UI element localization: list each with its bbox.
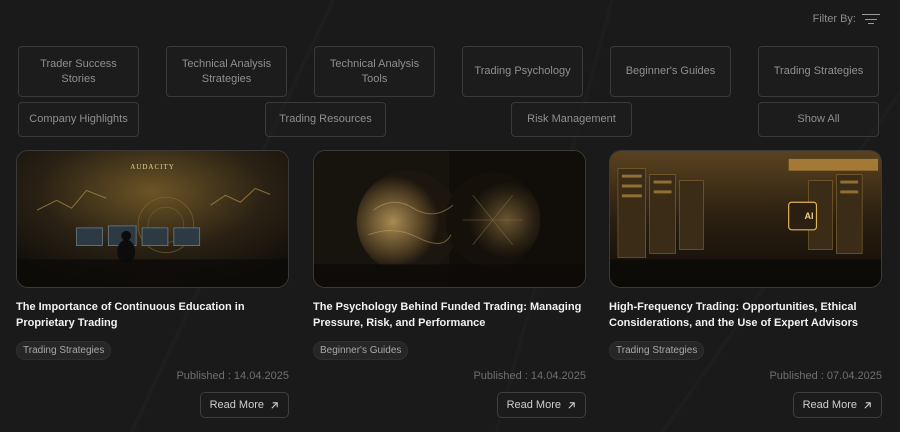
article-tag[interactable]: Trading Strategies — [609, 341, 705, 360]
category-trader-success-stories[interactable]: Trader Success Stories — [18, 46, 139, 97]
published-date: Published : 14.04.2025 — [176, 370, 289, 382]
filter-by-control[interactable]: Filter By: — [813, 13, 880, 25]
read-more-label: Read More — [802, 399, 857, 411]
published-date: Published : 14.04.2025 — [473, 370, 586, 382]
category-trading-psychology[interactable]: Trading Psychology — [462, 46, 583, 97]
ai-chip-label: AI — [804, 211, 814, 221]
article-title[interactable]: The Psychology Behind Funded Trading: Ma… — [313, 299, 586, 331]
read-more-button[interactable]: Read More — [496, 392, 586, 418]
filter-icon[interactable] — [862, 13, 880, 25]
read-more-label: Read More — [209, 399, 264, 411]
category-trading-resources[interactable]: Trading Resources — [265, 102, 386, 137]
article-tag[interactable]: Trading Strategies — [16, 341, 112, 360]
category-show-all[interactable]: Show All — [758, 102, 879, 137]
arrow-up-right-icon — [567, 401, 576, 410]
arrow-up-right-icon — [863, 401, 872, 410]
category-company-highlights[interactable]: Company Highlights — [18, 102, 139, 137]
published-date: Published : 07.04.2025 — [769, 370, 882, 382]
read-more-label: Read More — [506, 399, 561, 411]
article-title[interactable]: High-Frequency Trading: Opportunities, E… — [609, 299, 882, 331]
article-card[interactable]: AUDACITY The Importance of Continuous Ed… — [16, 150, 289, 418]
category-beginners-guides[interactable]: Beginner's Guides — [610, 46, 731, 97]
article-tag[interactable]: Beginner's Guides — [313, 341, 409, 360]
article-card[interactable]: AI High-Frequency Trading: Opportunities… — [609, 150, 882, 418]
article-image-hft[interactable]: AI — [609, 150, 882, 288]
arrow-up-right-icon — [270, 401, 279, 410]
category-technical-analysis-strategies[interactable]: Technical Analysis Strategies — [166, 46, 287, 97]
filter-by-label: Filter By: — [812, 13, 856, 25]
category-technical-analysis-tools[interactable]: Technical Analysis Tools — [314, 46, 435, 97]
article-image-education[interactable]: AUDACITY — [16, 150, 289, 288]
article-title[interactable]: The Importance of Continuous Education i… — [16, 299, 289, 331]
category-risk-management[interactable]: Risk Management — [511, 102, 632, 137]
category-trading-strategies[interactable]: Trading Strategies — [758, 46, 879, 97]
read-more-button[interactable]: Read More — [792, 392, 882, 418]
read-more-button[interactable]: Read More — [199, 392, 289, 418]
article-card[interactable]: The Psychology Behind Funded Trading: Ma… — [313, 150, 586, 418]
article-image-psychology[interactable] — [313, 150, 586, 288]
audacity-logo: AUDACITY — [130, 163, 175, 171]
